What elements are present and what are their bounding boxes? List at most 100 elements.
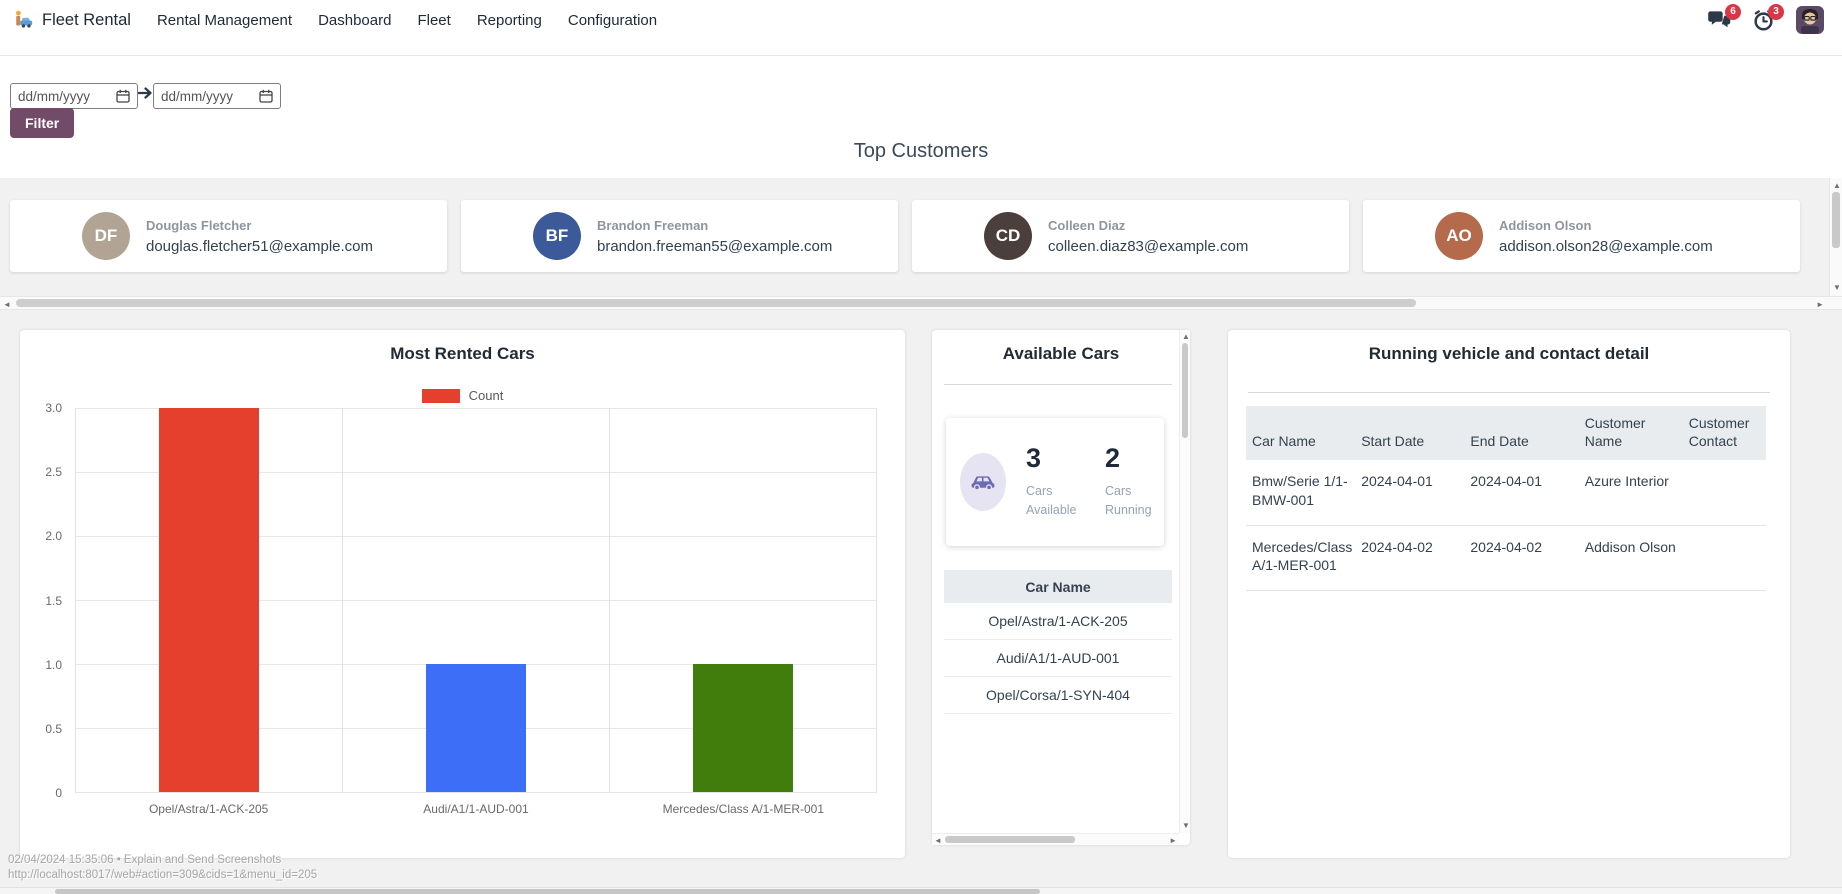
scroll-right-icon[interactable]: ►	[1169, 835, 1177, 847]
customer-name: Addison Olson	[1499, 217, 1592, 233]
table-row: Bmw/Serie 1/1-BMW-001 2024-04-01 2024-04-0…	[1246, 460, 1766, 526]
customer-name: Brandon Freeman	[597, 217, 709, 233]
x-axis-label: Mercedes/Class A/1-MER-001	[662, 802, 825, 816]
scrollbar-thumb[interactable]	[16, 299, 1416, 307]
running-vehicle-title: Running vehicle and contact detail	[1368, 344, 1650, 363]
customer-avatar: BF	[533, 212, 581, 260]
table-cell: Azure Interior	[1584, 473, 1669, 490]
customer-card[interactable]: AO Addison Olson addison.olson28@example.c…	[1363, 200, 1800, 272]
table-cell: 2024-04-01	[1470, 473, 1542, 490]
messages-button[interactable]: 6	[1708, 4, 1741, 30]
chart-plot-area	[75, 408, 877, 793]
table-cell: 2024-04-01	[1361, 473, 1433, 490]
navbar-left: Fleet Rental Rental Management Dashboard F…	[12, 9, 657, 31]
user-avatar[interactable]	[1796, 6, 1824, 34]
car-icon	[971, 475, 995, 490]
scroll-up-icon[interactable]: ▲	[1833, 180, 1841, 192]
end-date-placeholder: dd/mm/yyyy	[161, 88, 234, 104]
car-list-item[interactable]: Audi/A1/1-AUD-001	[944, 640, 1172, 677]
calendar-icon[interactable]	[116, 89, 130, 103]
scrollbar-thumb[interactable]	[1832, 192, 1840, 248]
customer-card[interactable]: BF Brandon Freeman brandon.freeman55@examp…	[461, 200, 898, 272]
main-menu: Rental Management Dashboard Fleet Reporting…	[157, 12, 657, 29]
running-vehicle-table: Car Name Start Date End Date Customer Name C…	[1246, 406, 1766, 591]
customers-vertical-scrollbar[interactable]: ▲ ▼	[1829, 178, 1842, 296]
table-cell: Bmw/Serie 1/1-BMW-001	[1252, 473, 1348, 508]
car-list-item[interactable]: Opel/Astra/1-ACK-205	[944, 603, 1172, 640]
y-axis-tick: 0	[55, 786, 62, 800]
running-vehicle-panel: Running vehicle and contact detail Car N…	[1228, 330, 1790, 858]
customer-name: Colleen Diaz	[1048, 217, 1126, 233]
cars-available-stat: 3 Cars Available	[1026, 442, 1085, 520]
legend-swatch	[421, 388, 460, 403]
app-name: Fleet Rental	[42, 10, 131, 29]
nav-item-fleet[interactable]: Fleet	[417, 12, 450, 29]
activities-badge: 3	[1768, 3, 1784, 20]
start-date-input[interactable]: dd/mm/yyyy	[10, 83, 138, 109]
cars-available-label: Cars Available	[1026, 483, 1077, 517]
messages-badge: 6	[1725, 4, 1741, 20]
cars-stats-card: 3 Cars Available 2 Cars Running	[946, 418, 1164, 546]
nav-item-rental-management[interactable]: Rental Management	[157, 12, 292, 29]
customer-info: Douglas Fletcher douglas.fletcher51@examp…	[146, 218, 373, 255]
scroll-down-icon[interactable]: ▼	[1182, 820, 1190, 832]
scroll-left-icon[interactable]: ◄	[934, 835, 942, 847]
chart-y-axis: 3.0 2.5 2.0 1.5 1.0 0.5 0	[20, 401, 68, 800]
page-horizontal-scrollbar[interactable]: ◄ ►	[0, 296, 1842, 310]
scroll-up-icon[interactable]: ▲	[1182, 331, 1190, 343]
customer-email: douglas.fletcher51@example.com	[146, 237, 374, 255]
car-list-item[interactable]: Opel/Corsa/1-SYN-404	[944, 677, 1172, 714]
legend-label: Count	[468, 388, 504, 403]
car-name-header: Car Name	[944, 570, 1172, 603]
cars-running-label: Cars Running	[1105, 483, 1152, 517]
scroll-down-icon[interactable]: ▼	[1833, 282, 1841, 294]
scrollbar-thumb[interactable]	[55, 889, 1040, 894]
customer-email: addison.olson28@example.com	[1499, 237, 1713, 255]
customer-email: brandon.freeman55@example.com	[597, 237, 833, 255]
customer-card[interactable]: CD Colleen Diaz colleen.diaz83@example.com	[912, 200, 1349, 272]
panel-vertical-scrollbar[interactable]: ▲ ▼	[1179, 330, 1190, 833]
scrollbar-thumb[interactable]	[1182, 343, 1188, 438]
app-root: Fleet Rental Rental Management Dashboard F…	[0, 0, 1842, 894]
car-icon-badge	[960, 453, 1006, 511]
divider	[944, 384, 1172, 385]
nav-item-configuration[interactable]: Configuration	[568, 12, 657, 29]
customer-card[interactable]: DF Douglas Fletcher douglas.fletcher51@exa…	[10, 200, 447, 272]
car-list: Opel/Astra/1-ACK-205 Audi/A1/1-AUD-001 Ope…	[944, 603, 1172, 714]
table-cell: 2024-04-02	[1361, 538, 1433, 555]
bottom-horizontal-scrollbar[interactable]	[0, 887, 1842, 894]
chart-column	[610, 408, 877, 792]
scrollbar-thumb[interactable]	[945, 836, 1075, 843]
chart-bar-mercedes-class-a-1-mer-001[interactable]	[693, 664, 793, 792]
y-axis-tick: 3.0	[45, 401, 62, 415]
cars-available-value: 3	[1026, 442, 1042, 473]
app-brand[interactable]: Fleet Rental	[12, 9, 131, 31]
chart-legend[interactable]: Count	[20, 388, 905, 403]
chart-bar-opel-astra-1-ack-205[interactable]	[159, 408, 259, 792]
calendar-icon[interactable]	[259, 89, 273, 103]
chart-bar-audi-a1-1-aud-001[interactable]	[426, 664, 526, 792]
chart-title: Most Rented Cars	[390, 344, 535, 363]
nav-item-reporting[interactable]: Reporting	[477, 12, 542, 29]
available-cars-title: Available Cars	[1002, 344, 1120, 363]
x-axis-label: Opel/Astra/1-ACK-205	[148, 802, 269, 816]
activities-button[interactable]: 3	[1753, 3, 1784, 31]
watermark-line2: http://localhost:8017/web#action=309&cid…	[8, 869, 318, 881]
panel-horizontal-scrollbar[interactable]: ◄ ►	[932, 833, 1179, 845]
nav-item-dashboard[interactable]: Dashboard	[318, 12, 391, 29]
column-header-car-name: Car Name	[1246, 406, 1356, 461]
most-rented-cars-panel: Most Rented Cars Count 3.0 2.5 2.0 1.5 1.0 0.…	[20, 330, 905, 858]
end-date-input[interactable]: dd/mm/yyyy	[153, 83, 281, 109]
table-cell	[1683, 525, 1766, 590]
customer-avatar: DF	[82, 212, 130, 260]
date-range-arrow-icon	[137, 85, 153, 106]
cars-running-stat: 2 Cars Running	[1105, 442, 1164, 520]
column-header-end-date: End Date	[1464, 406, 1579, 461]
divider	[1248, 392, 1770, 393]
column-header-start-date: Start Date	[1355, 406, 1465, 461]
filter-button[interactable]: Filter	[10, 108, 75, 138]
top-customers-section: DF Douglas Fletcher douglas.fletcher51@exa…	[0, 178, 1842, 296]
cars-running-value: 2	[1105, 442, 1121, 473]
customer-name: Douglas Fletcher	[146, 217, 252, 233]
top-navbar: Fleet Rental Rental Management Dashboard F…	[0, 0, 1842, 40]
